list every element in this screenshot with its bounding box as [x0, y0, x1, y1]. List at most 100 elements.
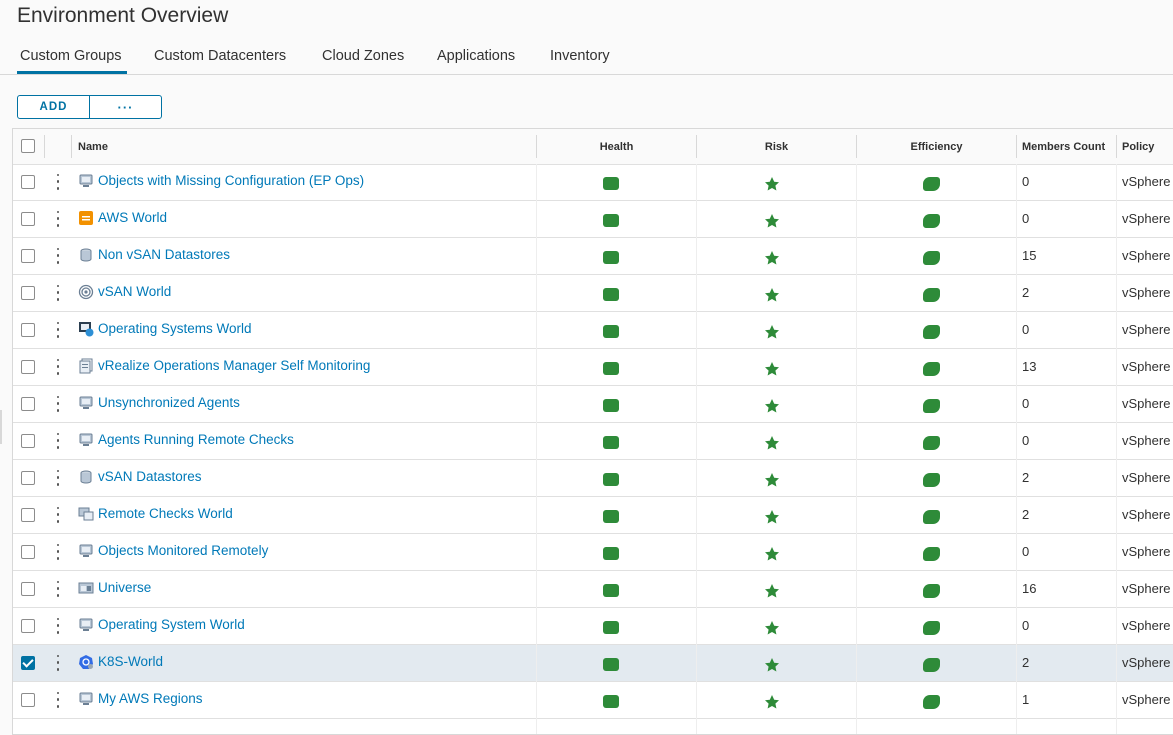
row-actions-kebab-icon[interactable]	[53, 210, 63, 227]
tab-custom-groups[interactable]: Custom Groups	[20, 48, 122, 64]
row-checkbox[interactable]	[21, 248, 35, 263]
row-actions-kebab-icon[interactable]	[53, 432, 63, 449]
table-row[interactable]: Objects Monitored Remotely 0 vSphere	[13, 534, 1173, 571]
row-actions-kebab-icon[interactable]	[53, 654, 63, 671]
tab-inventory[interactable]: Inventory	[550, 48, 610, 64]
members-count: 1	[1022, 691, 1030, 707]
table-row[interactable]: Universe 16 vSphere	[13, 571, 1173, 608]
datastore-icon	[78, 247, 94, 263]
tab-cloud-zones[interactable]: Cloud Zones	[322, 48, 404, 64]
members-count: 0	[1022, 395, 1030, 411]
row-actions-kebab-icon[interactable]	[53, 580, 63, 597]
server-group-icon	[78, 395, 94, 411]
group-name-link[interactable]: Unsynchronized Agents	[98, 395, 240, 410]
table-row[interactable]: AWS World 0 vSphere	[13, 201, 1173, 238]
row-actions-kebab-icon[interactable]	[53, 173, 63, 190]
table-row[interactable]: My AWS Regions 1 vSphere	[13, 682, 1173, 719]
group-name-link[interactable]: Objects with Missing Configuration (EP O…	[98, 173, 364, 188]
column-header-name[interactable]: Name	[78, 129, 108, 164]
row-checkbox[interactable]	[21, 285, 35, 300]
health-status-icon	[603, 546, 619, 560]
kubernetes-icon	[78, 654, 94, 670]
column-header-policy[interactable]: Policy	[1122, 129, 1154, 164]
more-actions-button[interactable]: ···	[90, 96, 161, 118]
group-name-link[interactable]: vRealize Operations Manager Self Monitor…	[98, 358, 370, 373]
table-row[interactable]: Unsynchronized Agents 0 vSphere	[13, 386, 1173, 423]
group-name-link[interactable]: Remote Checks World	[98, 506, 233, 521]
column-header-risk[interactable]: Risk	[697, 129, 856, 164]
row-checkbox[interactable]	[21, 322, 35, 337]
table-row[interactable]: Operating Systems World 0 vSphere	[13, 312, 1173, 349]
row-actions-kebab-icon[interactable]	[53, 321, 63, 338]
row-checkbox[interactable]	[21, 692, 35, 707]
risk-status-icon	[764, 287, 780, 303]
table-row[interactable]: Remote Checks World 2 vSphere	[13, 497, 1173, 534]
column-header-efficiency[interactable]: Efficiency	[857, 129, 1016, 164]
row-checkbox[interactable]	[21, 507, 35, 522]
group-name-link[interactable]: Agents Running Remote Checks	[98, 432, 294, 447]
add-button[interactable]: ADD	[18, 96, 90, 118]
side-panel-handle[interactable]	[0, 410, 2, 444]
health-status-icon	[603, 324, 619, 338]
risk-status-icon	[764, 324, 780, 340]
group-name-link[interactable]: Universe	[98, 580, 151, 595]
risk-status-icon	[764, 509, 780, 525]
table-row[interactable]: Objects with Missing Configuration (EP O…	[13, 164, 1173, 201]
group-name-link[interactable]: K8S-World	[98, 654, 163, 669]
row-checkbox[interactable]	[21, 433, 35, 448]
members-count: 0	[1022, 321, 1030, 337]
column-header-members-count[interactable]: Members Count	[1022, 129, 1105, 164]
row-checkbox[interactable]	[21, 211, 35, 226]
row-checkbox[interactable]	[21, 396, 35, 411]
table-row[interactable]: Operating System World 0 vSphere	[13, 608, 1173, 645]
tab-applications[interactable]: Applications	[437, 48, 515, 64]
health-status-icon	[603, 583, 619, 597]
group-name-link[interactable]: AWS World	[98, 210, 167, 225]
members-count: 2	[1022, 469, 1030, 485]
column-separator	[1116, 135, 1117, 158]
row-checkbox[interactable]	[21, 618, 35, 633]
group-name-link[interactable]: vSAN Datastores	[98, 469, 202, 484]
row-checkbox[interactable]	[21, 470, 35, 485]
row-actions-kebab-icon[interactable]	[53, 247, 63, 264]
column-guide	[856, 164, 857, 734]
row-actions-kebab-icon[interactable]	[53, 543, 63, 560]
select-all-checkbox[interactable]	[21, 139, 35, 153]
efficiency-status-icon	[923, 509, 940, 524]
group-name-link[interactable]: Non vSAN Datastores	[98, 247, 230, 262]
row-actions-kebab-icon[interactable]	[53, 617, 63, 634]
row-checkbox[interactable]	[21, 544, 35, 559]
members-count: 2	[1022, 506, 1030, 522]
members-count: 0	[1022, 617, 1030, 633]
members-count: 15	[1022, 247, 1037, 263]
group-name-link[interactable]: My AWS Regions	[98, 691, 203, 706]
row-actions-kebab-icon[interactable]	[53, 506, 63, 523]
row-checkbox[interactable]	[21, 655, 35, 670]
row-actions-kebab-icon[interactable]	[53, 284, 63, 301]
row-checkbox[interactable]	[21, 581, 35, 596]
server-group-icon	[78, 543, 94, 559]
table-row[interactable]: vSAN Datastores 2 vSphere	[13, 460, 1173, 497]
table-row[interactable]: vRealize Operations Manager Self Monitor…	[13, 349, 1173, 386]
column-header-health[interactable]: Health	[537, 129, 696, 164]
risk-status-icon	[764, 546, 780, 562]
group-name-link[interactable]: Objects Monitored Remotely	[98, 543, 268, 558]
table-row[interactable]: Non vSAN Datastores 15 vSphere	[13, 238, 1173, 275]
row-actions-kebab-icon[interactable]	[53, 358, 63, 375]
server-group-icon	[78, 173, 94, 189]
row-actions-kebab-icon[interactable]	[53, 395, 63, 412]
tab-custom-datacenters[interactable]: Custom Datacenters	[154, 48, 286, 64]
table-row[interactable]: K8S-World 2 vSphere	[13, 645, 1173, 682]
datastore-icon	[78, 469, 94, 485]
group-name-link[interactable]: vSAN World	[98, 284, 171, 299]
row-checkbox[interactable]	[21, 359, 35, 374]
table-row[interactable]: vSAN World 2 vSphere	[13, 275, 1173, 312]
group-name-link[interactable]: Operating System World	[98, 617, 245, 632]
row-checkbox[interactable]	[21, 174, 35, 189]
column-separator	[71, 135, 72, 158]
row-actions-kebab-icon[interactable]	[53, 691, 63, 708]
group-name-link[interactable]: Operating Systems World	[98, 321, 252, 336]
table-row[interactable]: Agents Running Remote Checks 0 vSphere	[13, 423, 1173, 460]
row-actions-kebab-icon[interactable]	[53, 469, 63, 486]
health-status-icon	[603, 472, 619, 486]
